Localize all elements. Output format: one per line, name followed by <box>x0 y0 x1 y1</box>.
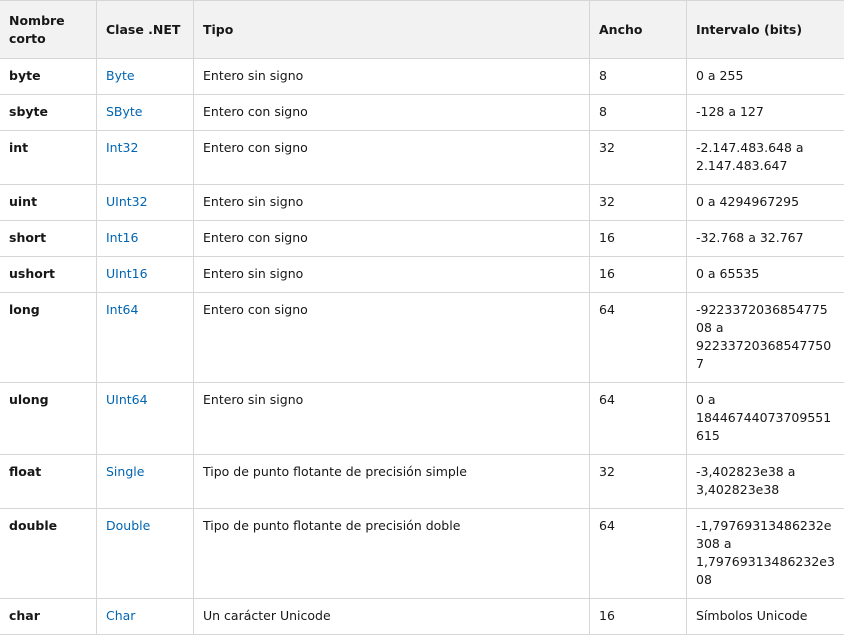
type-cell: Un carácter Unicode <box>194 599 590 635</box>
net-class-link[interactable]: UInt64 <box>106 392 148 407</box>
type-cell: Entero con signo <box>194 293 590 383</box>
width-cell: 16 <box>590 221 687 257</box>
header-range: Intervalo (bits) <box>687 1 844 59</box>
width-cell: 32 <box>590 455 687 509</box>
net-class-cell: Single <box>97 455 194 509</box>
table-row: int Int32 Entero con signo 32 -2.147.483… <box>0 131 844 185</box>
net-class-link[interactable]: Byte <box>106 68 135 83</box>
net-class-cell: Char <box>97 599 194 635</box>
net-class-link[interactable]: Int16 <box>106 230 138 245</box>
type-cell: Entero con signo <box>194 131 590 185</box>
range-cell: -3,402823e38 a 3,402823e38 <box>687 455 844 509</box>
short-name-cell: char <box>0 599 97 635</box>
short-name-cell: short <box>0 221 97 257</box>
width-cell: 16 <box>590 257 687 293</box>
table-row: char Char Un carácter Unicode 16 Símbolo… <box>0 599 844 635</box>
width-cell: 8 <box>590 95 687 131</box>
table-row: float Single Tipo de punto flotante de p… <box>0 455 844 509</box>
table-row: sbyte SByte Entero con signo 8 -128 a 12… <box>0 95 844 131</box>
net-class-cell: Byte <box>97 59 194 95</box>
table-row: long Int64 Entero con signo 64 -92233720… <box>0 293 844 383</box>
width-cell: 64 <box>590 509 687 599</box>
short-name-cell: float <box>0 455 97 509</box>
range-cell: Símbolos Unicode <box>687 599 844 635</box>
net-class-cell: UInt16 <box>97 257 194 293</box>
data-types-table: Nombre corto Clase .NET Tipo Ancho Inter… <box>0 0 844 635</box>
short-name-cell: ulong <box>0 383 97 455</box>
net-class-cell: UInt64 <box>97 383 194 455</box>
header-width: Ancho <box>590 1 687 59</box>
table-header-row: Nombre corto Clase .NET Tipo Ancho Inter… <box>0 1 844 59</box>
table-row: uint UInt32 Entero sin signo 32 0 a 4294… <box>0 185 844 221</box>
net-class-link[interactable]: Char <box>106 608 135 623</box>
net-class-link[interactable]: UInt32 <box>106 194 148 209</box>
range-cell: 0 a 255 <box>687 59 844 95</box>
type-cell: Entero sin signo <box>194 257 590 293</box>
type-cell: Entero con signo <box>194 221 590 257</box>
type-cell: Entero sin signo <box>194 383 590 455</box>
net-class-cell: Int32 <box>97 131 194 185</box>
type-cell: Entero sin signo <box>194 59 590 95</box>
range-cell: -128 a 127 <box>687 95 844 131</box>
type-cell: Tipo de punto flotante de precisión dobl… <box>194 509 590 599</box>
range-cell: 0 a 65535 <box>687 257 844 293</box>
header-type: Tipo <box>194 1 590 59</box>
range-cell: -2.147.483.648 a 2.147.483.647 <box>687 131 844 185</box>
type-cell: Entero sin signo <box>194 185 590 221</box>
net-class-link[interactable]: Double <box>106 518 150 533</box>
range-cell: 0 a 18446744073709551615 <box>687 383 844 455</box>
short-name-cell: long <box>0 293 97 383</box>
header-net-class: Clase .NET <box>97 1 194 59</box>
width-cell: 32 <box>590 185 687 221</box>
net-class-cell: Int16 <box>97 221 194 257</box>
short-name-cell: int <box>0 131 97 185</box>
net-class-link[interactable]: UInt16 <box>106 266 148 281</box>
type-cell: Tipo de punto flotante de precisión simp… <box>194 455 590 509</box>
short-name-cell: sbyte <box>0 95 97 131</box>
range-cell: -1,79769313486232e308 a 1,79769313486232… <box>687 509 844 599</box>
net-class-link[interactable]: Int32 <box>106 140 138 155</box>
header-short-name: Nombre corto <box>0 1 97 59</box>
table-row: byte Byte Entero sin signo 8 0 a 255 <box>0 59 844 95</box>
net-class-link[interactable]: SByte <box>106 104 143 119</box>
short-name-cell: uint <box>0 185 97 221</box>
short-name-cell: ushort <box>0 257 97 293</box>
width-cell: 8 <box>590 59 687 95</box>
net-class-link[interactable]: Single <box>106 464 144 479</box>
range-cell: -32.768 a 32.767 <box>687 221 844 257</box>
short-name-cell: double <box>0 509 97 599</box>
net-class-link[interactable]: Int64 <box>106 302 138 317</box>
width-cell: 64 <box>590 383 687 455</box>
range-cell: 0 a 4294967295 <box>687 185 844 221</box>
net-class-cell: Double <box>97 509 194 599</box>
type-cell: Entero con signo <box>194 95 590 131</box>
net-class-cell: Int64 <box>97 293 194 383</box>
table-row: double Double Tipo de punto flotante de … <box>0 509 844 599</box>
width-cell: 64 <box>590 293 687 383</box>
net-class-cell: SByte <box>97 95 194 131</box>
net-class-cell: UInt32 <box>97 185 194 221</box>
table-row: short Int16 Entero con signo 16 -32.768 … <box>0 221 844 257</box>
table-row: ushort UInt16 Entero sin signo 16 0 a 65… <box>0 257 844 293</box>
table-row: ulong UInt64 Entero sin signo 64 0 a 184… <box>0 383 844 455</box>
width-cell: 32 <box>590 131 687 185</box>
short-name-cell: byte <box>0 59 97 95</box>
range-cell: -922337203685477508 a 922337203685477507 <box>687 293 844 383</box>
width-cell: 16 <box>590 599 687 635</box>
